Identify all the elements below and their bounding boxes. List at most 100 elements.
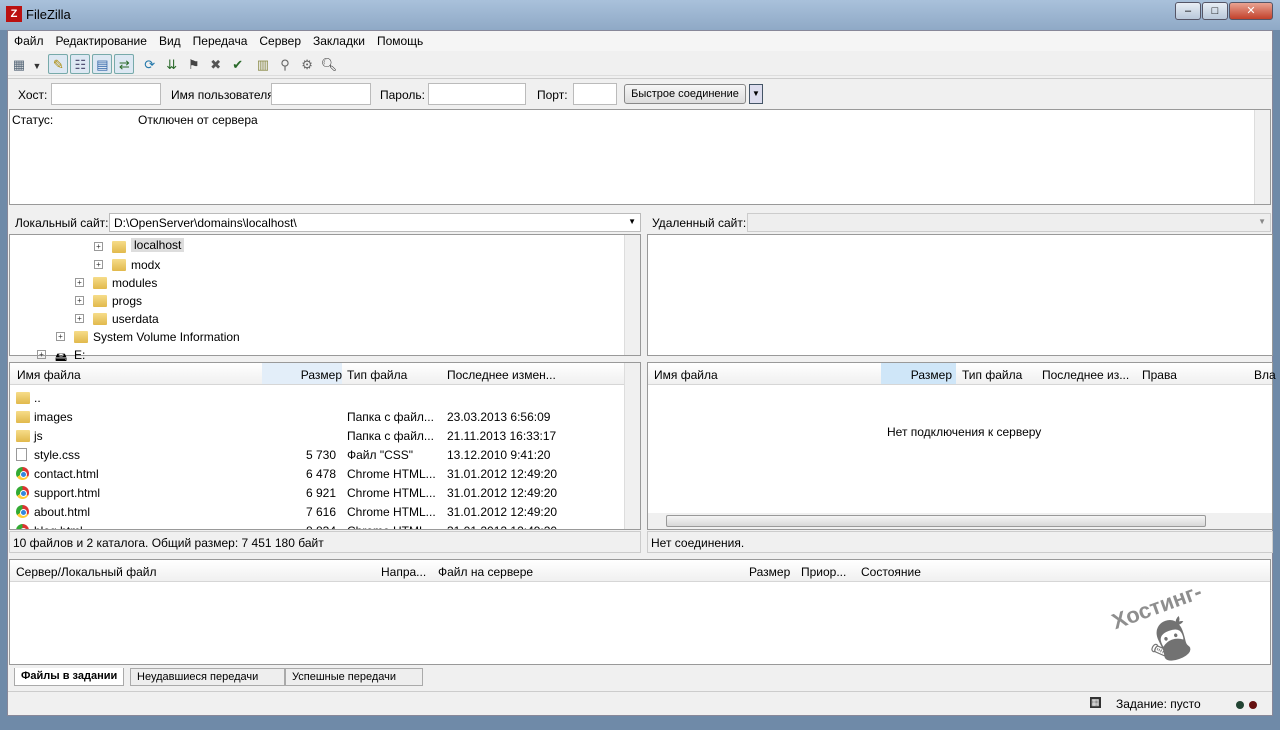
col-permissions[interactable]: Права bbox=[1142, 368, 1177, 382]
port-input[interactable] bbox=[573, 83, 617, 105]
file-row[interactable]: .. bbox=[10, 388, 640, 407]
password-input[interactable] bbox=[428, 83, 526, 105]
expand-icon[interactable]: + bbox=[94, 242, 103, 251]
reconnect-icon[interactable]: ✔ bbox=[228, 55, 248, 75]
col-remote-file[interactable]: Файл на сервере bbox=[438, 565, 533, 579]
compare-icon[interactable]: ⚲ bbox=[275, 55, 295, 75]
chrome-icon bbox=[16, 486, 29, 500]
toggle-local-tree-icon[interactable]: ☷ bbox=[70, 54, 91, 74]
file-name: support.html bbox=[34, 486, 101, 500]
tree-node[interactable]: + userdata bbox=[10, 309, 640, 328]
quickconnect-bar: Хост: Имя пользователя Пароль: Порт: Быс… bbox=[8, 78, 1272, 108]
speed-limit-icon[interactable]: ▦ bbox=[1090, 697, 1101, 708]
refresh-icon[interactable]: ⟳ bbox=[140, 55, 160, 75]
col-size[interactable]: Размер bbox=[749, 565, 790, 579]
col-priority[interactable]: Приор... bbox=[801, 565, 846, 579]
expand-icon[interactable]: + bbox=[94, 260, 103, 269]
sync-browse-icon[interactable]: ⚙ bbox=[297, 55, 317, 75]
file-row[interactable]: blog.html 8 834 Chrome HTML... 31.01.2012 1… bbox=[10, 521, 640, 529]
menu-bookmarks[interactable]: Закладки bbox=[307, 31, 371, 51]
expand-icon[interactable]: + bbox=[75, 296, 84, 305]
file-type: Папка с файл... bbox=[347, 410, 434, 424]
minimize-button[interactable]: – bbox=[1175, 2, 1201, 20]
scrollbar-thumb[interactable] bbox=[666, 515, 1206, 527]
toggle-remote-tree-icon[interactable]: ▤ bbox=[92, 54, 113, 74]
site-manager-dropdown-icon[interactable]: ▼ bbox=[31, 56, 43, 76]
col-owner[interactable]: Вла bbox=[1254, 368, 1276, 382]
tree-node[interactable]: + modx bbox=[10, 255, 640, 274]
cancel-icon[interactable]: ⚑ bbox=[184, 55, 204, 75]
file-row[interactable]: style.css 5 730 Файл "CSS" 13.12.2010 9:41:… bbox=[10, 445, 640, 464]
file-size: 6 478 bbox=[305, 467, 336, 481]
tree-node[interactable]: + System Volume Information bbox=[10, 327, 640, 346]
expand-icon[interactable]: + bbox=[37, 350, 46, 359]
file-row[interactable]: images Папка с файл... 23.03.2013 6:56:09 bbox=[10, 407, 640, 426]
toolbar: ▦ ▼ ✎ ☷ ▤ ⇄ ⟳ ⇊ ⚑ ✖ ✔ ▥ ⚲ ⚙ 🔍︎ bbox=[8, 52, 1272, 76]
tab-failed-transfers[interactable]: Неудавшиеся передачи bbox=[130, 668, 285, 686]
col-modified[interactable]: Последнее из... bbox=[1042, 368, 1129, 382]
col-type[interactable]: Тип файла bbox=[347, 368, 407, 382]
file-size: 6 921 bbox=[305, 486, 336, 500]
file-row[interactable]: js Папка с файл... 21.11.2013 16:33:17 bbox=[10, 426, 640, 445]
col-local-file[interactable]: Сервер/Локальный файл bbox=[16, 565, 156, 579]
tree-node[interactable]: + progs bbox=[10, 291, 640, 310]
expand-icon[interactable]: + bbox=[56, 332, 65, 341]
maximize-button[interactable]: □ bbox=[1202, 2, 1228, 20]
remote-path-combobox[interactable]: ▼ bbox=[747, 213, 1271, 232]
col-size[interactable]: Размер bbox=[881, 363, 956, 384]
log-message: Отключен от сервера bbox=[138, 113, 258, 127]
host-input[interactable] bbox=[51, 83, 161, 105]
message-log: Статус: Отключен от сервера bbox=[9, 109, 1271, 205]
username-label: Имя пользователя bbox=[171, 88, 274, 102]
expand-icon[interactable]: + bbox=[75, 278, 84, 287]
folder-icon bbox=[93, 276, 107, 290]
toggle-log-icon[interactable]: ✎ bbox=[48, 54, 69, 74]
toggle-queue-icon[interactable]: ⇄ bbox=[114, 54, 135, 74]
menu-view[interactable]: Вид bbox=[153, 31, 187, 51]
menu-file[interactable]: Файл bbox=[8, 31, 50, 51]
col-direction[interactable]: Напра... bbox=[381, 565, 426, 579]
transfer-queue: Сервер/Локальный файл Напра... Файл на с… bbox=[9, 559, 1271, 665]
file-row[interactable]: support.html 6 921 Chrome HTML... 31.01.201… bbox=[10, 483, 640, 502]
menu-server[interactable]: Сервер bbox=[253, 31, 307, 51]
local-path-combobox[interactable]: D:\OpenServer\domains\localhost\ ▼ bbox=[109, 213, 641, 232]
local-file-list: Имя файла Размер Тип файла Последнее изм… bbox=[9, 362, 641, 530]
tree-node[interactable]: + localhost bbox=[10, 237, 640, 256]
status-bar: ▦ Задание: пусто bbox=[8, 691, 1272, 715]
close-button[interactable]: ✕ bbox=[1229, 2, 1273, 20]
remote-h-scrollbar[interactable] bbox=[648, 513, 1272, 529]
menu-edit[interactable]: Редактирование bbox=[50, 31, 153, 51]
col-filename[interactable]: Имя файла bbox=[17, 368, 81, 382]
file-modified: 31.01.2012 12:49:20 bbox=[447, 467, 558, 481]
file-row[interactable]: contact.html 6 478 Chrome HTML... 31.01.201… bbox=[10, 464, 640, 483]
menu-transfer[interactable]: Передача bbox=[187, 31, 254, 51]
file-name: style.css bbox=[34, 448, 81, 462]
log-scrollbar[interactable] bbox=[1254, 110, 1270, 204]
tree-node[interactable]: + modules bbox=[10, 273, 640, 292]
site-manager-icon[interactable]: ▦ bbox=[9, 55, 29, 75]
local-tree: + localhost + modx + modules + progs + userdata + S… bbox=[9, 234, 641, 364]
tab-successful-transfers[interactable]: Успешные передачи bbox=[285, 668, 423, 686]
col-type[interactable]: Тип файла bbox=[962, 368, 1022, 382]
local-files-scrollbar[interactable] bbox=[624, 363, 640, 529]
username-input[interactable] bbox=[271, 83, 371, 105]
directory-filter-icon[interactable]: ▥ bbox=[253, 55, 273, 75]
disconnect-icon[interactable]: ✖ bbox=[206, 55, 226, 75]
expand-icon[interactable]: + bbox=[75, 314, 84, 323]
col-status[interactable]: Состояние bbox=[861, 565, 921, 579]
quickconnect-button[interactable]: Быстрое соединение bbox=[624, 84, 746, 104]
tab-queued-files[interactable]: Файлы в задании bbox=[14, 668, 125, 686]
col-filename[interactable]: Имя файла bbox=[654, 368, 718, 382]
col-modified[interactable]: Последнее измен... bbox=[447, 368, 556, 382]
quickconnect-dropdown-icon[interactable]: ▼ bbox=[749, 84, 763, 104]
col-size[interactable]: Размер bbox=[262, 363, 342, 384]
file-row[interactable]: about.html 7 616 Chrome HTML... 31.01.2012 … bbox=[10, 502, 640, 521]
process-queue-icon[interactable]: ⇊ bbox=[162, 55, 182, 75]
file-modified: 31.01.2012 12:49:20 bbox=[447, 524, 557, 529]
file-type: Chrome HTML... bbox=[347, 505, 436, 519]
search-icon[interactable]: 🔍︎ bbox=[319, 55, 339, 75]
folder-icon bbox=[93, 312, 107, 326]
file-modified: 13.12.2010 9:41:20 bbox=[447, 448, 551, 462]
file-size: 8 834 bbox=[262, 524, 336, 529]
menu-help[interactable]: Помощь bbox=[371, 31, 429, 51]
